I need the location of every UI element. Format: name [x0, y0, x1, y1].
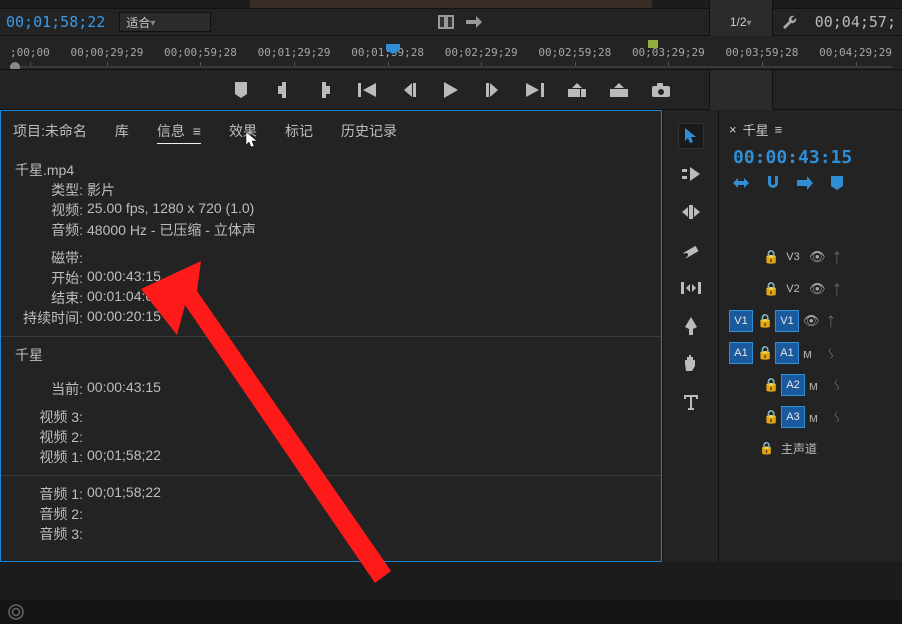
snap-icon[interactable]: [731, 174, 751, 192]
overwrite-button[interactable]: [609, 80, 629, 100]
lock-icon[interactable]: 🔒: [763, 281, 777, 297]
slip-tool[interactable]: [679, 276, 703, 300]
magnet-icon[interactable]: [763, 174, 783, 192]
info-body: 千星.mp4 类型:影片 视频:25.00 fps, 1280 x 720 (1…: [1, 152, 661, 554]
chevron-down-icon: [747, 15, 752, 29]
play-button[interactable]: [441, 80, 461, 100]
go-to-in-button[interactable]: [357, 80, 377, 100]
eye-icon[interactable]: 👁: [809, 249, 829, 265]
export-frame-button[interactable]: [651, 80, 671, 100]
selection-tool[interactable]: [679, 124, 703, 148]
clip-name: 千星.mp4: [15, 160, 647, 180]
track-label-v1[interactable]: V1: [775, 310, 799, 332]
mute-icon[interactable]: м: [809, 410, 829, 425]
track-row-v3[interactable]: 🔒 V3 👁 ᛏ: [725, 242, 902, 272]
track-row-v2[interactable]: 🔒 V2 👁 ᛏ: [725, 274, 902, 304]
hand-tool[interactable]: [679, 352, 703, 376]
zoom-dropdown[interactable]: 适合: [119, 12, 211, 32]
ruler-ticks: ;00;00 00;00;29;29 00;00;59;28 00;01;29;…: [10, 46, 892, 59]
source-a1[interactable]: A1: [729, 342, 753, 364]
step-back-button[interactable]: [399, 80, 419, 100]
add-marker-button[interactable]: [231, 80, 251, 100]
eye-icon[interactable]: 👁: [809, 281, 829, 297]
panel-menu-icon[interactable]: ≡: [775, 122, 783, 137]
scrub-handle[interactable]: [10, 62, 20, 70]
lock-icon[interactable]: 🔒: [757, 313, 771, 329]
ripple-edit-tool[interactable]: [679, 200, 703, 224]
lock-icon[interactable]: 🔒: [757, 345, 771, 361]
lock-icon[interactable]: 🔒: [763, 409, 777, 425]
step-forward-button[interactable]: [483, 80, 503, 100]
separator: [1, 336, 661, 337]
creative-cloud-icon[interactable]: [8, 604, 24, 620]
razor-tool[interactable]: [679, 238, 703, 262]
markers-icon[interactable]: [827, 174, 847, 192]
timeline-panel: × 千星 ≡ 00:00:43:15 🔒 V3 👁 ᛏ 🔒 V2 👁: [718, 110, 902, 562]
lock-icon[interactable]: 🔒: [763, 249, 777, 265]
track-label-a1[interactable]: A1: [775, 342, 799, 364]
tab-info[interactable]: 信息 ≡: [157, 121, 201, 144]
master-track[interactable]: 🔒 主声道: [725, 434, 902, 462]
tool-column: [662, 110, 718, 562]
close-icon[interactable]: ×: [729, 122, 737, 137]
timeline-toolbar: [725, 174, 902, 192]
eye-icon[interactable]: 👁: [803, 313, 823, 329]
tab-markers[interactable]: 标记: [285, 121, 313, 144]
current-timecode-left[interactable]: 00;01;58;22: [6, 13, 113, 31]
timeline-title[interactable]: 千星: [743, 120, 769, 139]
panel-menu-icon[interactable]: ≡: [193, 123, 201, 139]
timeline-timecode[interactable]: 00:00:43:15: [725, 139, 902, 174]
pen-tool[interactable]: [679, 314, 703, 338]
track-row-a1[interactable]: A1 🔒 A1 м ᛊ: [725, 338, 902, 368]
tab-history[interactable]: 历史记录: [341, 121, 397, 144]
go-to-out-button[interactable]: [525, 80, 545, 100]
sequence-name: 千星: [15, 345, 647, 365]
type-tool[interactable]: [679, 390, 703, 414]
insert-button[interactable]: [567, 80, 587, 100]
track-row-v1[interactable]: V1 🔒 V1 👁 ᛏ: [725, 306, 902, 336]
separator: [1, 475, 661, 476]
mouse-cursor-icon: [245, 131, 259, 149]
zoom-label: 适合: [126, 14, 150, 31]
track-label-a2[interactable]: A2: [781, 374, 805, 396]
reel-icon[interactable]: [435, 12, 457, 32]
time-ruler[interactable]: ;00;00 00;00;29;29 00;00;59;28 00;01;29;…: [0, 36, 902, 70]
chevron-down-icon: [150, 15, 155, 29]
tab-project[interactable]: 项目:未命名: [13, 121, 87, 144]
mute-icon[interactable]: м: [809, 378, 829, 393]
mute-icon[interactable]: м: [803, 346, 823, 361]
linked-selection-icon[interactable]: [795, 174, 815, 192]
track-row-a3[interactable]: 🔒 A3 м ᛊ: [725, 402, 902, 432]
viewer-preview-strip: [250, 0, 652, 8]
scrub-bar[interactable]: [10, 66, 892, 68]
viewer-top-bar: 00;01;58;22 适合 1/2 00;04;57;: [0, 8, 902, 36]
tab-library[interactable]: 库: [115, 121, 129, 144]
mark-in-button[interactable]: [273, 80, 293, 100]
track-label-a3[interactable]: A3: [781, 406, 805, 428]
bottom-strip: [0, 600, 902, 624]
info-panel: 项目:未命名 库 信息 ≡ 效果 标记 历史记录 千星.mp4 类型:影片 视频…: [0, 110, 662, 562]
mark-out-button[interactable]: [315, 80, 335, 100]
track-headers: 🔒 V3 👁 ᛏ 🔒 V2 👁 ᛏ V1 🔒 V1 👁 ᛏ A1: [725, 242, 902, 462]
playhead[interactable]: [386, 44, 400, 54]
lock-icon[interactable]: 🔒: [759, 441, 773, 455]
source-v1[interactable]: V1: [729, 310, 753, 332]
duration-timecode-right: 00;04;57;: [807, 13, 896, 31]
out-icon[interactable]: [463, 12, 485, 32]
track-select-tool[interactable]: [679, 162, 703, 186]
resolution-label: 1/2: [730, 15, 747, 29]
lock-icon[interactable]: 🔒: [763, 377, 777, 393]
track-label-v3[interactable]: V3: [781, 246, 805, 268]
wrench-icon[interactable]: [779, 12, 801, 32]
track-row-a2[interactable]: 🔒 A2 м ᛊ: [725, 370, 902, 400]
track-label-v2[interactable]: V2: [781, 278, 805, 300]
panel-tabs: 项目:未命名 库 信息 ≡ 效果 标记 历史记录: [1, 111, 661, 152]
